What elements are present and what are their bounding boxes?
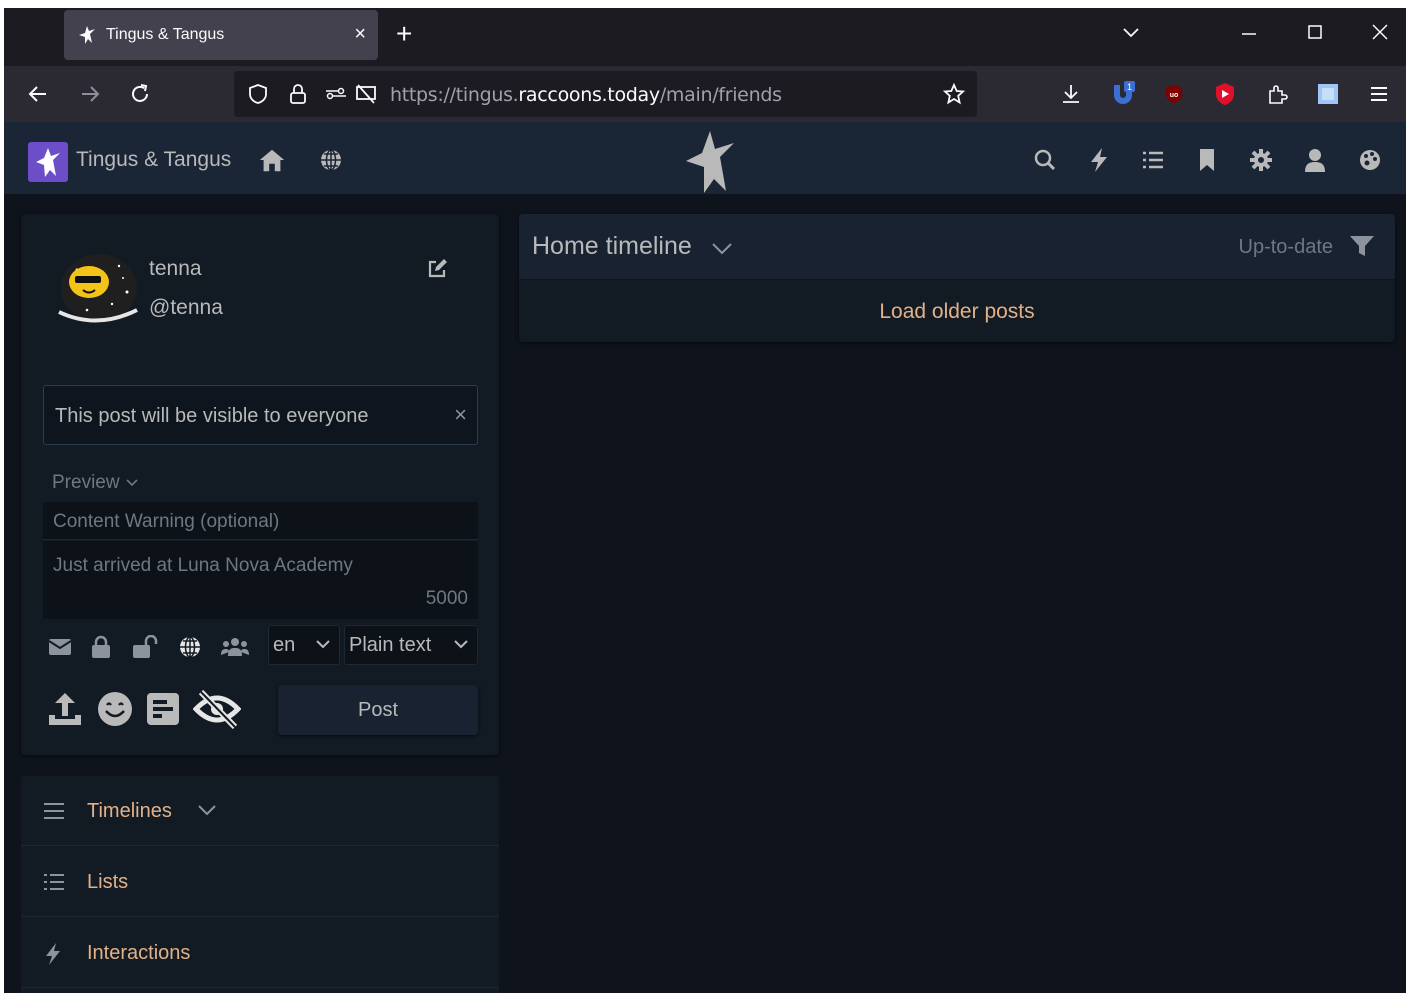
nav-item-timelines[interactable]: Timelines bbox=[21, 776, 499, 846]
svg-text:uo: uo bbox=[1170, 92, 1179, 99]
downloads-icon[interactable] bbox=[1057, 80, 1085, 108]
extensions-puzzle-icon[interactable] bbox=[1263, 80, 1291, 108]
post-format-value: Plain text bbox=[349, 634, 432, 656]
svg-text:1: 1 bbox=[1127, 82, 1132, 92]
reload-icon[interactable] bbox=[126, 80, 154, 108]
language-select-value: en bbox=[273, 634, 296, 656]
bolt-icon[interactable] bbox=[1085, 146, 1113, 174]
back-icon[interactable] bbox=[24, 80, 52, 108]
visibility-notice-text: This post will be visible to everyone bbox=[55, 405, 369, 427]
tab-title: Tingus & Tangus bbox=[106, 26, 225, 43]
site-logo-icon[interactable] bbox=[28, 142, 68, 182]
followers-only-lock-icon[interactable] bbox=[86, 632, 116, 662]
maximize-icon[interactable] bbox=[1305, 22, 1325, 47]
user-display-name[interactable]: tenna bbox=[149, 257, 202, 281]
admin-user-icon[interactable] bbox=[1301, 146, 1329, 174]
youtube-extension-icon[interactable] bbox=[1211, 80, 1239, 108]
status-placeholder: Just arrived at Luna Nova Academy bbox=[53, 555, 353, 576]
menu-icon bbox=[43, 800, 65, 822]
site-name[interactable]: Tingus & Tangus bbox=[76, 148, 231, 172]
timeline-title[interactable]: Home timeline bbox=[532, 232, 692, 261]
palette-icon[interactable] bbox=[1356, 146, 1384, 174]
ublock-origin-icon[interactable]: uo bbox=[1160, 80, 1188, 108]
close-window-icon[interactable] bbox=[1370, 22, 1390, 47]
visibility-notice: This post will be visible to everyone × bbox=[43, 385, 478, 445]
site-favicon-icon bbox=[76, 24, 98, 46]
center-mascot-logo-icon[interactable] bbox=[681, 128, 739, 194]
post-button[interactable]: Post bbox=[278, 685, 478, 735]
dismiss-notice-icon[interactable]: × bbox=[454, 402, 467, 428]
post-format-select[interactable]: Plain text bbox=[344, 625, 478, 665]
chevron-down-icon[interactable] bbox=[711, 238, 733, 263]
browser-tab[interactable]: Tingus & Tangus × bbox=[64, 10, 378, 60]
timeline-panel: Home timeline Up-to-date Load older post… bbox=[519, 214, 1395, 342]
magnet-extension-icon[interactable]: 1 bbox=[1109, 80, 1137, 108]
new-tab-button[interactable]: + bbox=[396, 20, 412, 48]
user-handle[interactable]: @tenna bbox=[149, 296, 223, 320]
chevron-down-icon[interactable] bbox=[197, 800, 217, 825]
edit-profile-icon[interactable] bbox=[426, 258, 450, 282]
nav-item-label: Interactions bbox=[87, 942, 191, 964]
language-select[interactable]: en bbox=[268, 625, 340, 665]
nav-item-label: Lists bbox=[87, 871, 129, 893]
local-users-icon[interactable] bbox=[220, 632, 250, 662]
browser-toolbar: https://tingus.raccoons.today/main/frien… bbox=[4, 66, 1406, 122]
emoji-picker-icon[interactable] bbox=[93, 687, 137, 731]
reader-extension-icon[interactable] bbox=[1314, 80, 1342, 108]
public-globe-icon[interactable] bbox=[175, 632, 205, 662]
content-warning-placeholder: Content Warning (optional) bbox=[53, 511, 280, 532]
avatar[interactable] bbox=[57, 252, 139, 324]
app-menu-icon[interactable] bbox=[1365, 80, 1393, 108]
minimize-icon[interactable] bbox=[1239, 22, 1259, 47]
content-warning-input[interactable]: Content Warning (optional) bbox=[43, 502, 478, 540]
poll-icon[interactable] bbox=[141, 687, 185, 731]
bolt-icon bbox=[43, 942, 65, 965]
char-counter: 5000 bbox=[425, 588, 468, 609]
filter-icon[interactable] bbox=[1349, 234, 1375, 260]
tab-strip: Tingus & Tangus × + bbox=[4, 8, 1406, 66]
chevron-down-icon bbox=[453, 636, 469, 657]
tracking-shield-icon[interactable] bbox=[244, 80, 272, 108]
forward-icon[interactable] bbox=[76, 80, 104, 108]
direct-message-scope-icon[interactable] bbox=[45, 632, 75, 662]
load-older-posts-link[interactable]: Load older posts bbox=[519, 300, 1395, 324]
sensitive-media-eye-slash-icon[interactable] bbox=[191, 687, 243, 731]
search-icon[interactable] bbox=[1031, 146, 1059, 174]
permissions-icon[interactable] bbox=[322, 80, 350, 108]
lock-icon[interactable] bbox=[284, 80, 312, 108]
lists-icon[interactable] bbox=[1139, 146, 1167, 174]
preview-toggle[interactable]: Preview bbox=[52, 472, 139, 494]
settings-gear-icon[interactable] bbox=[1247, 146, 1275, 174]
url-text[interactable]: https://tingus.raccoons.today/main/frien… bbox=[390, 84, 782, 106]
chevron-down-icon bbox=[126, 479, 138, 487]
bookmark-star-icon[interactable] bbox=[940, 80, 968, 108]
browser-window: Tingus & Tangus × + https://tingus.racco… bbox=[4, 8, 1406, 993]
home-icon[interactable] bbox=[258, 146, 286, 174]
screen-share-blocked-icon[interactable] bbox=[352, 80, 380, 108]
navigation-panel: Timelines Lists Interactions bbox=[21, 776, 499, 993]
list-icon bbox=[43, 871, 65, 893]
nav-item-interactions[interactable]: Interactions bbox=[21, 918, 499, 988]
user-panel: tenna @tenna This post will be visible t… bbox=[21, 214, 499, 755]
tab-close-icon[interactable]: × bbox=[354, 22, 366, 46]
timeline-status: Up-to-date bbox=[1238, 236, 1334, 258]
unlisted-unlock-icon[interactable] bbox=[130, 632, 160, 662]
app-header: Tingus & Tangus bbox=[4, 122, 1406, 194]
tab-list-chevron-icon[interactable] bbox=[1121, 22, 1141, 47]
chevron-down-icon bbox=[315, 636, 331, 657]
upload-media-icon[interactable] bbox=[43, 687, 87, 731]
bookmark-icon[interactable] bbox=[1193, 146, 1221, 174]
status-textarea[interactable]: Just arrived at Luna Nova Academy 5000 bbox=[43, 541, 478, 619]
nav-item-lists[interactable]: Lists bbox=[21, 847, 499, 917]
nav-item-label: Timelines bbox=[87, 800, 172, 822]
timeline-header: Home timeline Up-to-date bbox=[519, 214, 1395, 280]
globe-icon[interactable] bbox=[317, 146, 345, 174]
url-bar[interactable]: https://tingus.raccoons.today/main/frien… bbox=[234, 71, 977, 117]
